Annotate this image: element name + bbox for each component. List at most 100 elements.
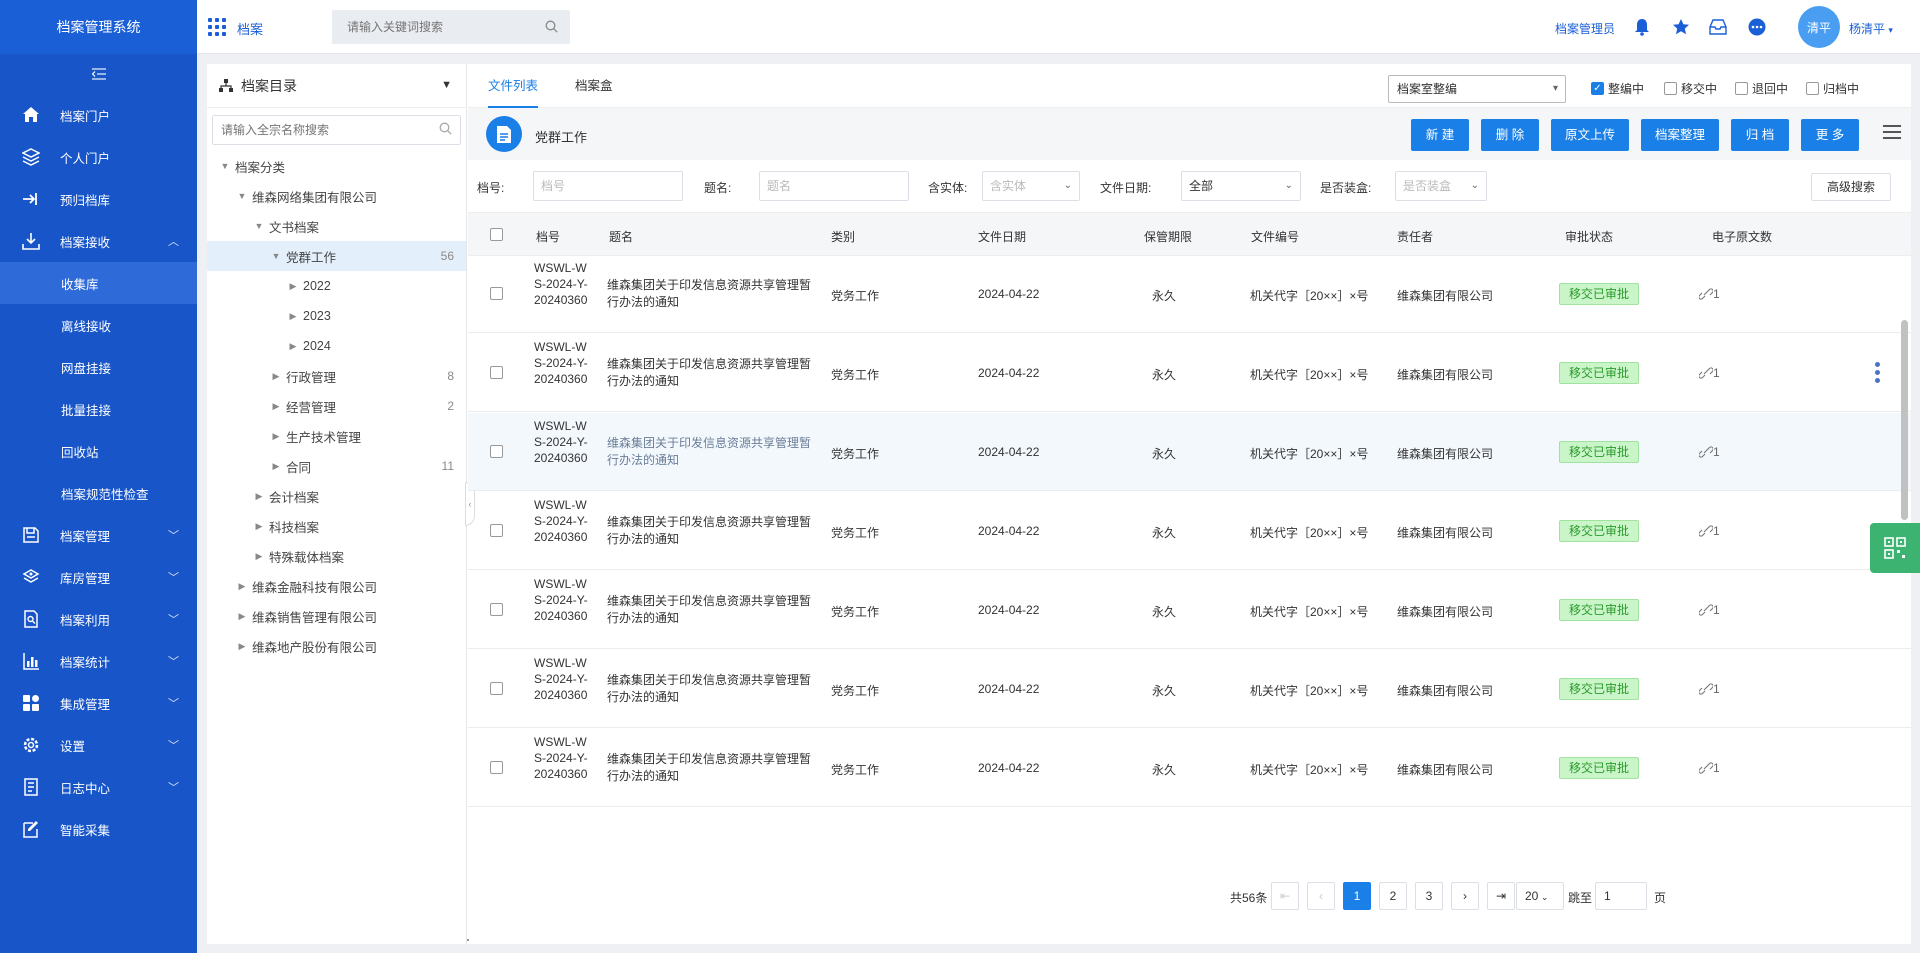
tree-node[interactable]: ▼ 文书档案	[207, 211, 466, 241]
table-row[interactable]: WSWL-WS-2024-Y-20240360 维森集团关于印发信息资源共享管理暂…	[468, 256, 1911, 333]
caret-right-icon[interactable]: ▶	[253, 551, 265, 562]
table-scrollbar[interactable]	[1901, 320, 1908, 520]
date-select[interactable]: 全部 ⌄	[1181, 171, 1301, 201]
table-row[interactable]: WSWL-WS-2024-Y-20240360 维森集团关于印发信息资源共享管理暂…	[468, 571, 1911, 649]
cell-title[interactable]: 维森集团关于印发信息资源共享管理暂行办法的通知	[607, 751, 812, 785]
sub-item-collection[interactable]: 收集库	[0, 262, 197, 304]
select-all-checkbox[interactable]	[490, 228, 503, 241]
cell-title[interactable]: 维森集团关于印发信息资源共享管理暂行办法的通知	[607, 356, 812, 390]
caret-right-icon[interactable]: ▶	[287, 281, 299, 292]
nav-item-manage[interactable]: 档案管理 ﹀	[0, 514, 197, 556]
cell-title[interactable]: 维森集团关于印发信息资源共享管理暂行办法的通知	[607, 435, 812, 469]
table-row[interactable]: WSWL-WS-2024-Y-20240360 维森集团关于印发信息资源共享管理暂…	[468, 334, 1911, 412]
advanced-search-button[interactable]: 高级搜索	[1811, 173, 1891, 201]
nav-item-receive[interactable]: 档案接收 ︿	[0, 220, 197, 262]
page-1-button[interactable]: 1	[1343, 882, 1371, 910]
attachment-link[interactable]: 1	[1699, 287, 1720, 301]
tree-node[interactable]: ▶ 维森销售管理有限公司	[207, 601, 466, 631]
prev-page-button[interactable]: ‹	[1307, 882, 1335, 910]
jump-page-input[interactable]: 1	[1595, 882, 1647, 910]
nav-item-storage[interactable]: 库房管理 ﹀	[0, 556, 197, 598]
attachment-link[interactable]: 1	[1699, 524, 1720, 538]
caret-right-icon[interactable]: ▶	[287, 311, 299, 322]
caret-right-icon[interactable]: ▶	[236, 581, 248, 592]
nav-item-capture[interactable]: 智能采集	[0, 808, 197, 850]
row-checkbox[interactable]	[490, 366, 503, 379]
user-name-menu[interactable]: 杨清平 ▾	[1849, 20, 1893, 37]
filter-checkbox-return[interactable]: 退回中	[1735, 80, 1788, 97]
tree-node[interactable]: ▼ 档案分类	[207, 151, 466, 181]
filter-checkbox-archiving[interactable]: 归档中	[1806, 80, 1859, 97]
caret-right-icon[interactable]: ▶	[270, 371, 282, 382]
tree-node[interactable]: ▶ 2022	[207, 271, 466, 301]
table-row[interactable]: WSWL-WS-2024-Y-20240360 维森集团关于印发信息资源共享管理暂…	[468, 650, 1911, 728]
tree-header[interactable]: 档案目录 ▼	[207, 64, 466, 108]
tree-node[interactable]: ▶ 2024	[207, 331, 466, 361]
nav-item-integration[interactable]: 集成管理 ﹀	[0, 682, 197, 724]
row-checkbox[interactable]	[490, 445, 503, 458]
code-input[interactable]: 档号	[533, 171, 683, 201]
nav-item-utilize[interactable]: 档案利用 ﹀	[0, 598, 197, 640]
cell-title[interactable]: 维森集团关于印发信息资源共享管理暂行办法的通知	[607, 514, 812, 548]
tree-node[interactable]: ▶ 行政管理 8	[207, 361, 466, 391]
tree-node[interactable]: ▶ 经营管理 2	[207, 391, 466, 421]
caret-right-icon[interactable]: ▶	[253, 491, 265, 502]
row-checkbox[interactable]	[490, 524, 503, 537]
search-icon[interactable]	[439, 122, 452, 138]
tree-search-input[interactable]	[213, 116, 413, 144]
row-checkbox[interactable]	[490, 603, 503, 616]
attachment-link[interactable]: 1	[1699, 761, 1720, 775]
first-page-button[interactable]: ⇤	[1271, 882, 1299, 910]
title-input[interactable]: 题名	[759, 171, 909, 201]
tree-node[interactable]: ▶ 生产技术管理	[207, 421, 466, 451]
cell-title[interactable]: 维森集团关于印发信息资源共享管理暂行办法的通知	[607, 277, 812, 311]
entity-select[interactable]: 含实体 ⌄	[982, 171, 1080, 201]
caret-right-icon[interactable]: ▶	[270, 431, 282, 442]
row-more-icon[interactable]	[1875, 362, 1881, 386]
caret-right-icon[interactable]: ▶	[270, 461, 282, 472]
caret-right-icon[interactable]: ▶	[236, 611, 248, 622]
sub-item-recycle[interactable]: 回收站	[0, 430, 197, 472]
tree-node[interactable]: ▶ 合同 11	[207, 451, 466, 481]
avatar[interactable]: 清平	[1798, 6, 1840, 48]
bell-icon[interactable]	[1632, 17, 1652, 37]
caret-down-icon[interactable]: ▼	[236, 191, 248, 201]
caret-right-icon[interactable]: ▶	[287, 341, 299, 352]
tree-node[interactable]: ▶ 会计档案	[207, 481, 466, 511]
attachment-link[interactable]: 1	[1699, 366, 1720, 380]
search-icon[interactable]	[545, 20, 558, 36]
upload-original-button[interactable]: 原文上传	[1551, 119, 1629, 151]
sub-item-batch[interactable]: 批量挂接	[0, 388, 197, 430]
tree-node[interactable]: ▶ 维森地产股份有限公司	[207, 631, 466, 661]
tree-node[interactable]: ▼ 维森网络集团有限公司	[207, 181, 466, 211]
caret-right-icon[interactable]: ▶	[270, 401, 282, 412]
more-circle-icon[interactable]	[1747, 17, 1767, 37]
tab-file-list[interactable]: 文件列表	[488, 64, 539, 108]
caret-right-icon[interactable]: ▶	[236, 641, 248, 652]
apps-grid-icon[interactable]	[208, 18, 226, 36]
sub-item-offline[interactable]: 离线接收	[0, 304, 197, 346]
row-checkbox[interactable]	[490, 287, 503, 300]
create-button[interactable]: 新 建	[1411, 119, 1469, 151]
archive-button[interactable]: 归 档	[1731, 119, 1789, 151]
tree-node[interactable]: ▶ 维森金融科技有限公司	[207, 571, 466, 601]
nav-item-portal[interactable]: 档案门户	[0, 94, 197, 136]
table-row[interactable]: WSWL-WS-2024-Y-20240360 维森集团关于印发信息资源共享管理暂…	[468, 492, 1911, 570]
last-page-button[interactable]: ⇥	[1487, 882, 1515, 910]
attachment-link[interactable]: 1	[1699, 603, 1720, 617]
star-icon[interactable]	[1671, 17, 1691, 37]
caret-down-icon[interactable]: ▼	[270, 251, 282, 261]
caret-right-icon[interactable]: ▶	[253, 521, 265, 532]
tree-node[interactable]: ▶ 科技档案	[207, 511, 466, 541]
caret-down-icon[interactable]: ▼	[253, 221, 265, 231]
global-search-input[interactable]	[332, 10, 532, 44]
row-checkbox[interactable]	[490, 761, 503, 774]
next-page-button[interactable]: ›	[1451, 882, 1479, 910]
nav-item-settings[interactable]: 设置 ﹀	[0, 724, 197, 766]
delete-button[interactable]: 删 除	[1481, 119, 1539, 151]
nav-item-prearchive[interactable]: 预归档库	[0, 178, 197, 220]
table-row[interactable]: WSWL-WS-2024-Y-20240360 维森集团关于印发信息资源共享管理暂…	[468, 413, 1911, 491]
boxed-select[interactable]: 是否装盒 ⌄	[1395, 171, 1487, 201]
inbox-icon[interactable]	[1708, 17, 1728, 37]
organize-button[interactable]: 档案整理	[1641, 119, 1719, 151]
